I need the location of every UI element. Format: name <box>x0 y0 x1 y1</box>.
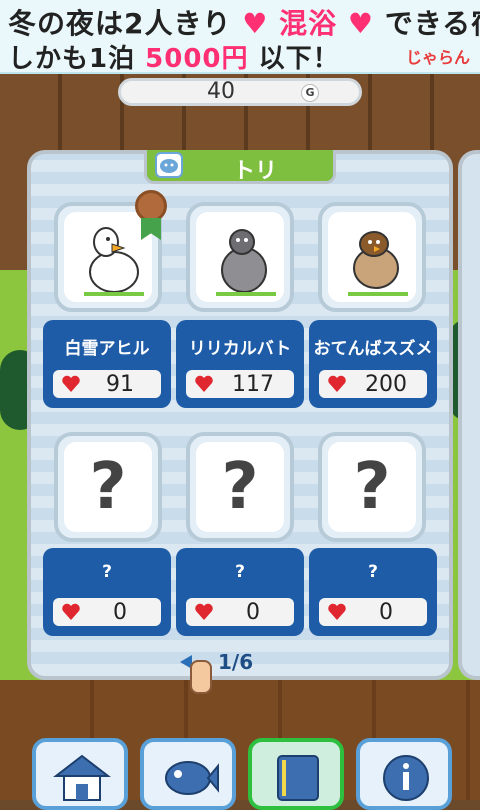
fish-icon <box>165 761 219 795</box>
home-button[interactable] <box>32 738 128 810</box>
heart-count-box: 117 <box>186 370 294 398</box>
heart-count: 200 <box>365 372 407 397</box>
pointing-finger-icon <box>190 660 212 694</box>
gold-coin-icon: G <box>301 84 319 102</box>
bird-card-sparrow[interactable] <box>318 202 426 312</box>
card-image-area <box>64 212 152 302</box>
heart-icon <box>195 603 213 620</box>
ad-line-1: 冬の夜は2人きり ♥ 混浴 ♥ できる宿 <box>8 2 480 42</box>
heart-count: 0 <box>246 600 260 625</box>
bird-name: ? <box>102 562 112 582</box>
next-panel-edge[interactable] <box>458 150 480 680</box>
book-icon <box>277 755 319 801</box>
heart-count: 0 <box>379 600 393 625</box>
heart-icon <box>62 375 80 392</box>
bird-info-panel: 白雪アヒル 91 <box>43 320 171 408</box>
ad-banner[interactable]: 冬の夜は2人きり ♥ 混浴 ♥ できる宿 しかも1泊 5000円 以下！ じゃら… <box>0 0 480 74</box>
book-button[interactable] <box>248 738 344 810</box>
heart-count: 0 <box>113 600 127 625</box>
locked-bird-card[interactable]: ? <box>186 432 294 542</box>
info-icon <box>383 755 429 801</box>
category-title: トリ <box>232 159 277 184</box>
bird-info-panel: おてんばスズメ 200 <box>309 320 437 408</box>
ad-line-2: しかも1泊 5000円 以下！ <box>8 38 340 75</box>
card-image-area: ? <box>328 442 416 532</box>
heart-icon: ♥ <box>242 7 269 40</box>
heart-icon <box>328 603 346 620</box>
info-button[interactable] <box>356 738 452 810</box>
card-image-area <box>196 212 284 302</box>
page-indicator: 1/6 <box>218 650 254 674</box>
bird-name: ? <box>368 562 378 582</box>
ad-logo: じゃらん <box>405 48 470 67</box>
heart-icon: ♥ <box>347 7 374 40</box>
card-image-area <box>328 212 416 302</box>
heart-count: 117 <box>232 372 274 397</box>
bird-name: 白雪アヒル <box>64 339 150 359</box>
house-icon <box>53 754 111 801</box>
heart-icon <box>195 375 213 392</box>
question-mark-icon: ? <box>221 450 259 524</box>
ad-text: 冬の夜は2人きり <box>8 7 232 40</box>
ad-text: できる宿 <box>384 7 480 40</box>
gold-counter: 40 G <box>118 78 362 106</box>
heart-icon <box>62 603 80 620</box>
bird-name: おてんばスズメ <box>313 339 433 359</box>
ad-text: 以下！ <box>258 44 340 74</box>
bird-info-panel: ? 0 <box>176 548 304 636</box>
bird-info-panel: リリカルバト 117 <box>176 320 304 408</box>
bird-card-pigeon[interactable] <box>186 202 294 312</box>
ad-text-highlight: 混浴 <box>279 7 338 40</box>
heart-count-box: 0 <box>319 598 427 626</box>
card-image-area: ? <box>196 442 284 532</box>
medal-icon <box>135 190 167 222</box>
heart-count: 91 <box>106 372 134 397</box>
gold-value: 40 <box>207 79 235 104</box>
bird-info-panel: ? 0 <box>309 548 437 636</box>
category-header: トリ <box>144 150 336 184</box>
locked-bird-card[interactable]: ? <box>318 432 426 542</box>
ad-text: しかも1泊 <box>8 44 136 74</box>
bird-name: ? <box>235 562 245 582</box>
heart-count-box: 91 <box>53 370 161 398</box>
bird-category-icon <box>155 152 183 178</box>
question-mark-icon: ? <box>353 450 391 524</box>
sparrow-icon <box>348 231 408 296</box>
heart-count-box: 0 <box>186 598 294 626</box>
ad-price: 5000円 <box>145 44 249 74</box>
heart-count-box: 200 <box>319 370 427 398</box>
question-mark-icon: ? <box>89 450 127 524</box>
heart-icon <box>328 375 346 392</box>
bird-info-panel: ? 0 <box>43 548 171 636</box>
pigeon-icon <box>216 229 276 296</box>
heart-count-box: 0 <box>53 598 161 626</box>
card-image-area: ? <box>64 442 152 532</box>
locked-bird-card[interactable]: ? <box>54 432 162 542</box>
bird-name: リリカルバト <box>188 339 292 359</box>
fish-button[interactable] <box>140 738 236 810</box>
